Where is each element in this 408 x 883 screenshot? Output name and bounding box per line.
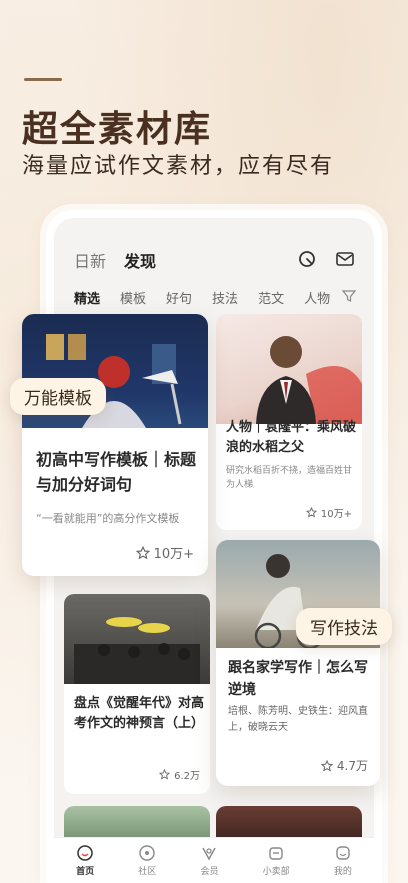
shop-icon bbox=[269, 847, 283, 860]
card-template-desc: “一看就能用”的高分作文模板 bbox=[36, 512, 180, 525]
likes-count: 6.2万 bbox=[174, 771, 200, 782]
page-subtitle: 海量应试作文素材，应有尽有 bbox=[22, 154, 335, 179]
top-icons bbox=[296, 248, 356, 270]
tab-featured[interactable]: 精选 bbox=[74, 288, 100, 307]
star-icon bbox=[135, 545, 150, 559]
likes-count: 10万+ bbox=[320, 509, 352, 520]
tab-good-sentences[interactable]: 好句 bbox=[166, 288, 192, 307]
card-technique[interactable]: 跟名家学写作｜怎么写逆境 培根、陈芳明、史铁生：迎风直上，破晓云天 4.7万 bbox=[216, 540, 380, 786]
profile-icon bbox=[336, 846, 350, 860]
card-person[interactable]: 人物｜袁隆平：乘风破浪的水稻之父 研究水稻百折不挠，造福百姓甘为人梯 10万+ bbox=[216, 314, 362, 530]
community-icon bbox=[139, 845, 155, 861]
card-awaken-likes[interactable]: 6.2万 bbox=[159, 767, 200, 782]
star-icon bbox=[305, 507, 317, 518]
likes-count: 10万+ bbox=[153, 547, 194, 562]
awaken-photo bbox=[64, 594, 210, 684]
template-badge: 万能模板 bbox=[10, 378, 106, 415]
nav-shop[interactable]: 小卖部 bbox=[263, 844, 290, 877]
card-template-title: 初高中写作模板｜标题与加分好词句 bbox=[36, 450, 197, 494]
card-technique-likes[interactable]: 4.7万 bbox=[320, 757, 368, 774]
technique-badge: 写作技法 bbox=[296, 608, 392, 645]
tab-template[interactable]: 模板 bbox=[120, 288, 146, 307]
bottom-nav: 首页 社区 会员 小卖部 我的 bbox=[54, 837, 374, 883]
card-technique-desc: 培根、陈芳明、史铁生：迎风直上，破晓云天 bbox=[228, 706, 368, 733]
nav-vip[interactable]: 会员 bbox=[200, 844, 218, 877]
category-tabs: 精选 模板 好句 技法 范文 人物 bbox=[74, 288, 330, 307]
accent-bar bbox=[24, 78, 62, 81]
card-awaken[interactable]: 盘点《觉醒年代》对高考作文的神预言（上） 6.2万 bbox=[64, 594, 210, 794]
nav-home[interactable]: 首页 bbox=[76, 844, 94, 877]
search-icon[interactable] bbox=[296, 248, 318, 270]
top-tabs: 日新 发现 bbox=[74, 248, 156, 272]
filter-icon[interactable] bbox=[341, 288, 357, 307]
tab-discover[interactable]: 发现 bbox=[124, 248, 156, 272]
person-photo bbox=[216, 314, 362, 424]
star-icon bbox=[320, 759, 333, 772]
card-template[interactable]: 初高中写作模板｜标题与加分好词句 “一看就能用”的高分作文模板 10万+ bbox=[22, 314, 208, 576]
card-technique-title: 跟名家学写作｜怎么写逆境 bbox=[228, 660, 368, 698]
tab-sample-essays[interactable]: 范文 bbox=[258, 288, 284, 307]
card-person-likes[interactable]: 10万+ bbox=[305, 505, 352, 520]
nav-profile[interactable]: 我的 bbox=[334, 844, 352, 877]
card-person-desc: 研究水稻百折不挠，造福百姓甘为人梯 bbox=[226, 466, 353, 491]
page-title: 超全素材库 bbox=[22, 108, 213, 150]
star-icon bbox=[159, 769, 171, 780]
card-person-title: 人物｜袁隆平：乘风破浪的水稻之父 bbox=[226, 420, 357, 456]
tab-people[interactable]: 人物 bbox=[304, 288, 330, 307]
tab-techniques[interactable]: 技法 bbox=[212, 288, 238, 307]
card-template-likes[interactable]: 10万+ bbox=[135, 543, 194, 562]
vip-icon bbox=[202, 847, 217, 861]
home-icon bbox=[77, 845, 93, 861]
mail-icon[interactable] bbox=[334, 248, 356, 270]
card-awaken-title: 盘点《觉醒年代》对高考作文的神预言（上） bbox=[74, 696, 205, 732]
nav-community[interactable]: 社区 bbox=[138, 844, 156, 877]
tab-rixin[interactable]: 日新 bbox=[74, 248, 106, 272]
likes-count: 4.7万 bbox=[336, 759, 368, 773]
